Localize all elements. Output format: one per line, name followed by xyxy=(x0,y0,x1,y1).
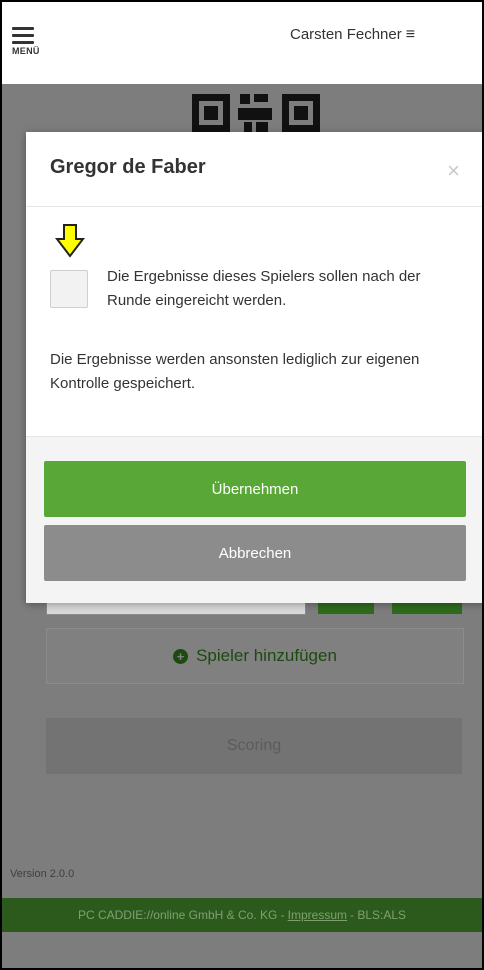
app-frame: MENÜ Carsten Fechner ≡ + Spieler hinzufüg… xyxy=(0,0,484,970)
plus-circle-icon: + xyxy=(173,648,189,664)
menu-button[interactable]: MENÜ xyxy=(12,24,46,64)
menu-icon-bar xyxy=(12,41,34,44)
add-player-label: Spieler hinzufügen xyxy=(196,646,337,665)
user-menu[interactable]: Carsten Fechner ≡ xyxy=(290,26,415,44)
info-note: Die Ergebnisse werden ansonsten lediglic… xyxy=(50,351,420,392)
arrow-down-icon xyxy=(55,224,85,258)
cancel-button[interactable]: Abbrechen xyxy=(44,525,466,581)
menu-label: MENÜ xyxy=(12,46,40,56)
confirm-button[interactable]: Übernehmen xyxy=(44,461,466,517)
add-player-button: + Spieler hinzufügen xyxy=(46,628,464,684)
player-dialog: Gregor de Faber × Die Ergebnisse dieses … xyxy=(26,132,482,603)
scoring-label: Scoring xyxy=(226,737,282,754)
close-icon[interactable]: × xyxy=(447,158,460,184)
dialog-title: Gregor de Faber xyxy=(50,156,206,178)
bottom-backdrop xyxy=(2,932,482,968)
lower-backdrop xyxy=(2,812,482,898)
footer-suffix: - BLS:ALS xyxy=(350,908,407,922)
version-text: Version 2.0.0 xyxy=(10,868,75,880)
hamburger-icon: ≡ xyxy=(405,26,416,43)
dialog-footer: Übernehmen Abbrechen xyxy=(26,436,482,603)
top-bar: MENÜ Carsten Fechner ≡ xyxy=(2,2,482,84)
menu-icon xyxy=(12,27,34,30)
checkbox-label: Die Ergebnisse dieses Spielers sollen na… xyxy=(107,268,421,309)
qr-code-icon xyxy=(192,94,320,132)
impressum-link: Impressum xyxy=(287,908,348,922)
footer-bar: PC CADDIE://online GmbH & Co. KG - Impre… xyxy=(2,898,482,932)
menu-icon-bar xyxy=(12,34,34,37)
user-name: Carsten Fechner xyxy=(290,26,402,43)
submit-results-checkbox[interactable] xyxy=(50,270,88,308)
scoring-button: Scoring xyxy=(46,718,462,774)
footer-company: PC CADDIE://online GmbH & Co. KG - xyxy=(77,908,285,922)
dialog-header: Gregor de Faber × xyxy=(26,132,482,207)
